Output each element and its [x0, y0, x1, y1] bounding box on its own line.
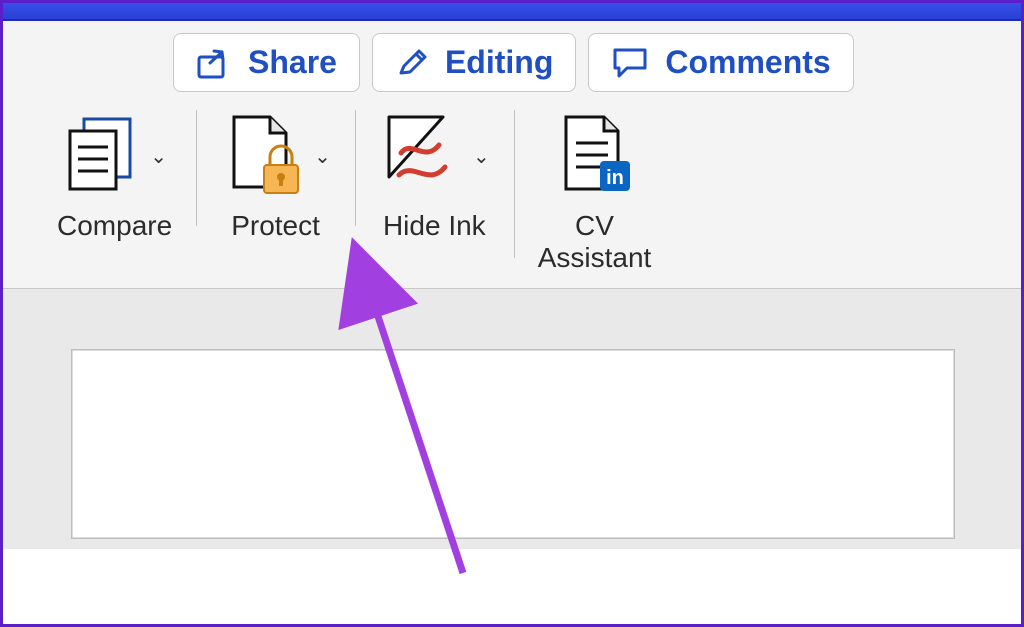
compare-label: Compare — [57, 210, 172, 242]
editing-button[interactable]: Editing — [372, 33, 576, 92]
protect-icon-row: ⌄ — [220, 108, 331, 204]
chevron-down-icon[interactable]: ⌄ — [314, 144, 331, 169]
editing-label: Editing — [445, 44, 553, 81]
protect-icon — [220, 111, 304, 202]
cv-assistant-icon: in — [556, 111, 634, 202]
pencil-icon — [395, 46, 431, 80]
share-label: Share — [248, 44, 337, 81]
app-window: Share Editing Comments — [0, 0, 1024, 627]
hide-ink-group[interactable]: ⌄ Hide Ink — [355, 104, 514, 248]
chevron-down-icon[interactable]: ⌄ — [473, 144, 490, 169]
cv-assistant-group[interactable]: in CV Assistant — [514, 104, 676, 280]
share-button[interactable]: Share — [173, 33, 360, 92]
cv-label-line1: CV — [575, 210, 614, 241]
hide-ink-label: Hide Ink — [383, 210, 486, 242]
protect-group[interactable]: ⌄ Protect — [196, 104, 355, 248]
protect-label: Protect — [231, 210, 320, 242]
cv-assistant-label: CV Assistant — [538, 210, 652, 274]
compare-icon-row: ⌄ — [62, 108, 167, 204]
cv-assistant-icon-row: in — [556, 108, 634, 204]
hide-ink-icon-row: ⌄ — [379, 108, 490, 204]
compare-icon — [62, 113, 140, 200]
svg-text:in: in — [606, 167, 624, 189]
ribbon-groups: ⌄ Compare — [3, 98, 1021, 280]
top-button-bar: Share Editing Comments — [3, 21, 1021, 98]
share-icon — [196, 46, 234, 80]
ribbon: Share Editing Comments — [3, 21, 1021, 289]
cv-label-line2: Assistant — [538, 242, 652, 273]
document-canvas — [3, 289, 1021, 549]
compare-group[interactable]: ⌄ Compare — [33, 104, 196, 248]
hide-ink-icon — [379, 111, 463, 202]
comment-icon — [611, 46, 651, 80]
titlebar-strip — [3, 3, 1021, 21]
comments-label: Comments — [665, 44, 830, 81]
comments-button[interactable]: Comments — [588, 33, 853, 92]
document-page[interactable] — [71, 349, 955, 539]
chevron-down-icon[interactable]: ⌄ — [150, 144, 167, 169]
